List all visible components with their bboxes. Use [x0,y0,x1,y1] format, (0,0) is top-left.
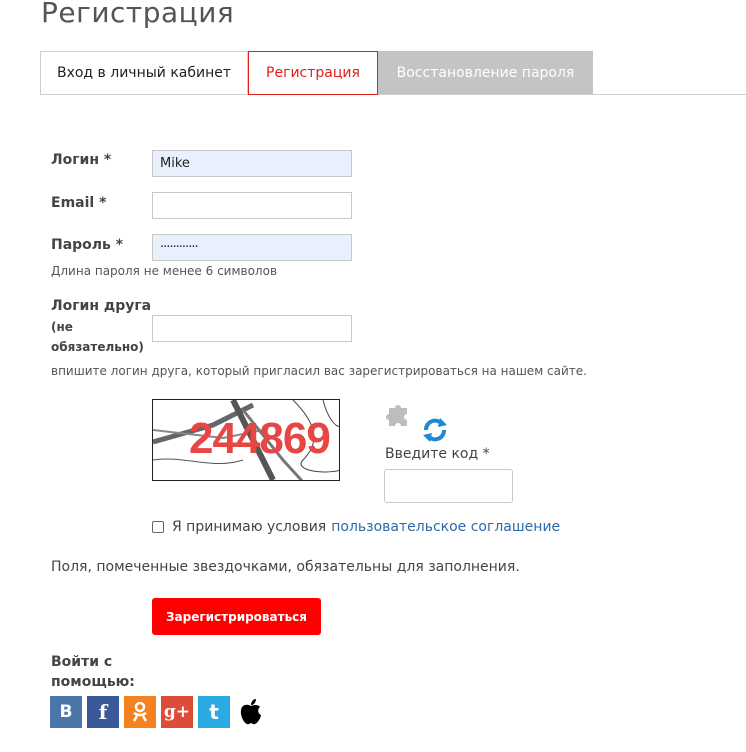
captcha-code-input[interactable] [384,469,513,503]
friend-login-label: Логин друга [51,298,152,314]
friend-optional-label-2: обязательно) [51,340,144,354]
email-input[interactable] [152,192,352,219]
tabs-bar: Вход в личный кабинет Регистрация Восста… [40,51,746,95]
password-label: Пароль * [51,237,124,253]
google-plus-icon[interactable]: g+ [161,696,193,728]
agreement-text: Я принимаю условия [172,519,327,535]
login-input[interactable] [152,150,352,177]
friend-login-hint: впишите логин друга, который пригласил в… [51,364,587,378]
apple-icon[interactable] [235,696,267,728]
odnoklassniki-glyph [132,701,148,722]
password-input[interactable] [152,234,352,261]
login-label: Логин * [51,152,112,168]
friend-login-input[interactable] [152,315,352,342]
twitter-icon[interactable]: t [198,696,230,728]
captcha-code-label: Введите код * [385,446,490,462]
tab-register[interactable]: Регистрация [248,51,378,95]
agreement-row: Я принимаю условия пользовательское согл… [152,519,560,535]
tab-recover-password[interactable]: Восстановление пароля [378,51,593,94]
page-title: Регистрация [41,0,235,29]
email-label: Email * [51,195,107,211]
captcha-text: 244869 [189,414,331,463]
agreement-link[interactable]: пользовательское соглашение [331,519,560,535]
agreement-checkbox[interactable] [152,521,164,533]
friend-optional-label-1: (не [51,320,73,334]
puzzle-icon[interactable] [385,400,415,430]
password-hint: Длина пароля не менее 6 символов [51,264,278,278]
captcha-image: 244869 [152,399,340,481]
apple-glyph [240,699,261,725]
vk-icon[interactable]: B [50,696,82,728]
required-fields-note: Поля, помеченные звездочками, обязательн… [51,559,520,575]
tab-login[interactable]: Вход в личный кабинет [40,51,248,94]
refresh-captcha-icon[interactable] [420,416,450,444]
social-login-label: Войти с помощью: [51,654,135,690]
facebook-icon[interactable]: f [87,696,119,728]
register-button[interactable]: Зарегистрироваться [152,598,321,635]
odnoklassniki-icon[interactable] [124,696,156,728]
